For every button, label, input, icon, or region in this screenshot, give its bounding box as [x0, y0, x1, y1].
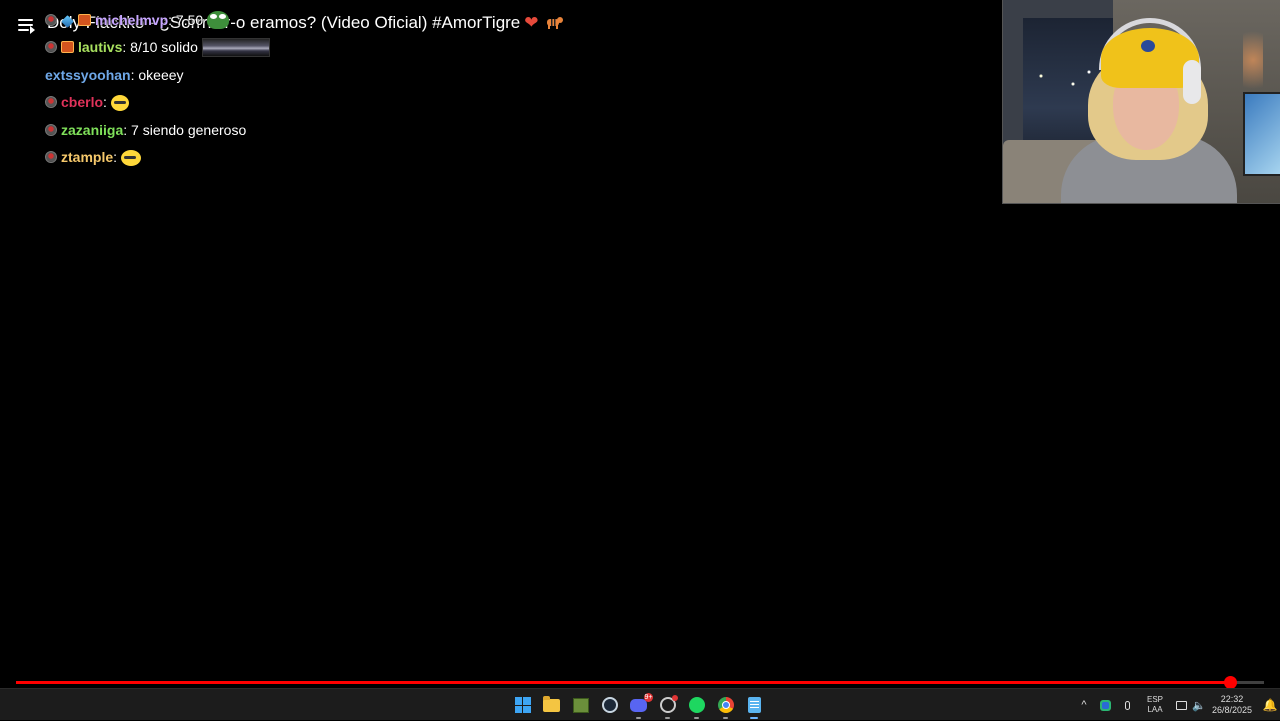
discord-icon: 9+	[630, 692, 653, 712]
streamer-webcam	[1002, 0, 1280, 204]
tiger-icon	[546, 17, 563, 29]
subscriber-badge-icon	[61, 41, 74, 53]
moderator-badge-icon	[45, 151, 57, 163]
chat-text: : 7.50	[168, 12, 204, 28]
chrome-button[interactable]	[711, 689, 740, 721]
language-code: ESP	[1146, 695, 1163, 704]
moderator-badge-icon	[45, 14, 57, 26]
notepad-icon	[748, 697, 761, 713]
microphone-tray-button[interactable]	[1116, 689, 1138, 721]
chat-username[interactable]: michelmvp	[95, 12, 168, 28]
heart-icon: ❤	[524, 13, 539, 32]
menu-icon[interactable]	[18, 17, 36, 34]
chat-text: :	[103, 94, 107, 110]
chat-username[interactable]: zazaniiga	[61, 122, 123, 138]
clock-date: 26/8/2025	[1211, 705, 1253, 715]
pepe-emote-icon	[207, 11, 230, 29]
moderator-badge-icon	[45, 41, 57, 53]
headphone-cup	[1183, 60, 1201, 104]
file-explorer-button[interactable]	[537, 689, 566, 721]
language-indicator[interactable]: ESP LAA	[1138, 689, 1172, 721]
security-tray-button[interactable]	[1094, 689, 1116, 721]
chat-message: extssyoohan: okeeey	[45, 65, 184, 85]
spotify-icon	[688, 697, 705, 713]
moderator-badge-icon	[45, 124, 57, 136]
yellow-face-emote-icon	[110, 95, 129, 111]
chat-username[interactable]: lautivs	[78, 39, 122, 55]
speaker-icon: 🔈	[1192, 699, 1206, 712]
show-hidden-icons-button[interactable]: ^	[1074, 689, 1094, 721]
system-tray: ^ ESP LAA 🔈 22:32 26/8/2025 🔔	[1074, 689, 1280, 721]
steam-icon	[601, 697, 618, 713]
notifications-button[interactable]: 🔔	[1260, 689, 1280, 721]
chat-text: : 8/10 solido	[122, 39, 198, 55]
chat-message: cberlo:	[45, 92, 129, 112]
discord-button[interactable]: 9+	[624, 689, 653, 721]
chat-message: michelmvp: 7.50	[45, 10, 230, 30]
yellow-face-emote-icon	[121, 150, 142, 166]
chat-message: ztample:	[45, 147, 142, 167]
windows-taskbar: 9+ ^ ESP LAA 🔈 22:32 26/8/2025 🔔	[0, 688, 1280, 720]
beanie-logo-icon	[1141, 40, 1155, 52]
progress-fill	[16, 681, 1231, 684]
clapperboard-icon	[572, 697, 589, 713]
shield-icon	[1099, 699, 1111, 711]
chat-message: zazaniiga: 7 siendo generoso	[45, 120, 246, 140]
network-button[interactable]	[1172, 689, 1190, 721]
video-player[interactable]: Doly Flackko - ¿Sorrrrrrr-o eramos? (Vid…	[0, 0, 1280, 688]
video-progress-bar[interactable]	[16, 676, 1264, 689]
steam-button[interactable]	[595, 689, 624, 721]
moderator-badge-icon	[45, 96, 57, 108]
obs-button[interactable]	[653, 689, 682, 721]
volume-button[interactable]: 🔈	[1190, 689, 1208, 721]
subscriber-badge-icon	[78, 14, 91, 26]
start-button[interactable]	[508, 689, 537, 721]
chat-message: lautivs: 8/10 solido	[45, 37, 270, 57]
notepad-button[interactable]	[740, 689, 769, 721]
spotify-button[interactable]	[682, 689, 711, 721]
discord-notification-badge: 9+	[644, 692, 653, 702]
chat-username[interactable]: cberlo	[61, 94, 103, 110]
chat-text: : 7 siendo generoso	[123, 122, 247, 138]
chat-text: :	[113, 149, 118, 165]
chrome-icon	[717, 697, 734, 713]
keyboard-layout: LAA	[1147, 705, 1163, 714]
network-icon	[1175, 700, 1187, 710]
car-emote-icon	[201, 38, 270, 57]
chat-text: : okeeey	[130, 67, 184, 83]
clock-time: 22:32	[1220, 694, 1244, 704]
microphone-icon	[1124, 700, 1130, 710]
chat-username[interactable]: ztample	[61, 149, 113, 165]
bell-icon: 🔔	[1262, 698, 1278, 712]
webcam-monitor	[1243, 92, 1280, 176]
gem-badge-icon	[61, 15, 74, 28]
obs-icon	[659, 695, 678, 713]
clock[interactable]: 22:32 26/8/2025	[1208, 689, 1260, 721]
folder-icon	[543, 695, 560, 712]
media-app-button[interactable]	[566, 689, 595, 721]
webcam-lamp-glow	[1243, 20, 1263, 100]
windows-logo-icon	[514, 697, 531, 713]
chat-username[interactable]: extssyoohan	[45, 67, 131, 83]
taskbar-apps: 9+	[508, 689, 769, 721]
